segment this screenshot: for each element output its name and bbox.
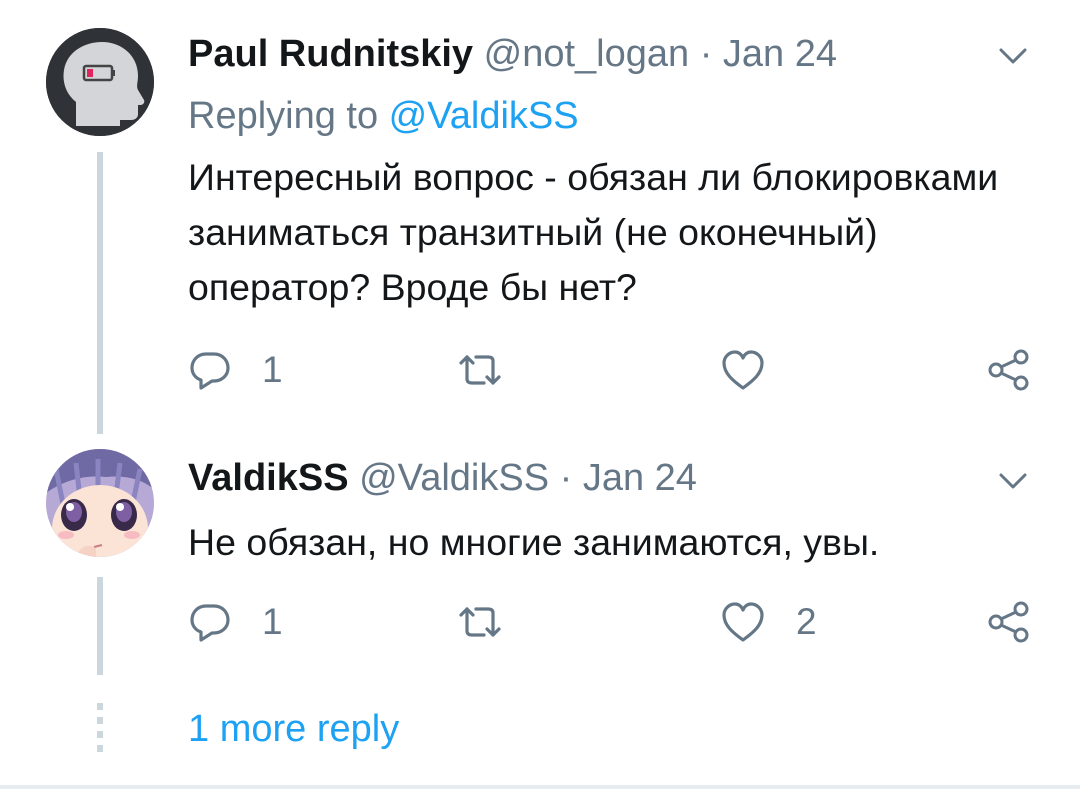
user-avatar[interactable]: [46, 28, 154, 136]
divider: [0, 785, 1080, 789]
tweet-text: Интересный вопрос - обязан ли блокировка…: [188, 156, 999, 308]
heart-icon: [722, 350, 764, 390]
replying-to-link[interactable]: @ValdikSS: [389, 95, 579, 137]
replying-to: Replying to @ValdikSS: [188, 92, 579, 140]
retweet-button[interactable]: [456, 345, 534, 395]
retweet-icon: [459, 355, 501, 385]
tweet-header: Paul Rudnitskiy @not_logan · Jan 24: [188, 30, 837, 78]
thread-line: [97, 152, 103, 434]
tweet[interactable]: ValdikSS @ValdikSS · Jan 24 Не обязан, н…: [0, 440, 1080, 690]
handle[interactable]: @ValdikSS: [359, 457, 549, 499]
tweet-text: Не обязан, но многие занимаются, увы.: [188, 521, 880, 563]
more-replies-link[interactable]: 1 more reply: [188, 705, 399, 753]
display-name[interactable]: ValdikSS: [188, 457, 349, 499]
handle[interactable]: @not_logan: [484, 33, 690, 75]
chevron-down-icon[interactable]: [998, 471, 1028, 491]
reply-button[interactable]: 1: [188, 345, 283, 395]
tweet-actions: 1 2: [188, 597, 1048, 647]
reply-bubble-icon: [190, 352, 230, 390]
share-button[interactable]: [986, 345, 1032, 395]
user-avatar[interactable]: [46, 449, 154, 557]
share-button[interactable]: [986, 597, 1032, 647]
heart-icon: [722, 602, 764, 642]
timestamp[interactable]: Jan 24: [583, 457, 697, 499]
replying-prefix: Replying to: [188, 95, 389, 137]
timestamp[interactable]: Jan 24: [723, 33, 837, 75]
username[interactable]: @not_logan · Jan 24: [484, 33, 837, 75]
head-low-battery-avatar: [46, 28, 154, 136]
tweet[interactable]: Paul Rudnitskiy @not_logan · Jan 24 Repl…: [0, 0, 1080, 440]
like-button[interactable]: [720, 345, 796, 395]
username[interactable]: @ValdikSS · Jan 24: [359, 457, 697, 499]
separator: ·: [689, 33, 723, 75]
reply-count: 1: [262, 349, 283, 390]
tweet-header: ValdikSS @ValdikSS · Jan 24: [188, 454, 697, 502]
reply-bubble-icon: [190, 604, 230, 642]
reply-count: 1: [262, 601, 283, 642]
display-name[interactable]: Paul Rudnitskiy: [188, 33, 473, 75]
retweet-button[interactable]: [456, 597, 534, 647]
share-icon: [988, 601, 1029, 643]
tweet-actions: 1: [188, 345, 1048, 395]
reply-button[interactable]: 1: [188, 597, 283, 647]
chevron-down-icon[interactable]: [998, 46, 1028, 66]
like-count: 2: [796, 601, 817, 642]
share-icon: [988, 349, 1029, 391]
retweet-icon: [459, 607, 501, 637]
anime-girl-avatar: [46, 449, 154, 557]
separator: ·: [549, 457, 583, 499]
thread-line: [97, 577, 103, 675]
like-button[interactable]: 2: [720, 597, 817, 647]
dotted-thread-line: [97, 703, 103, 759]
